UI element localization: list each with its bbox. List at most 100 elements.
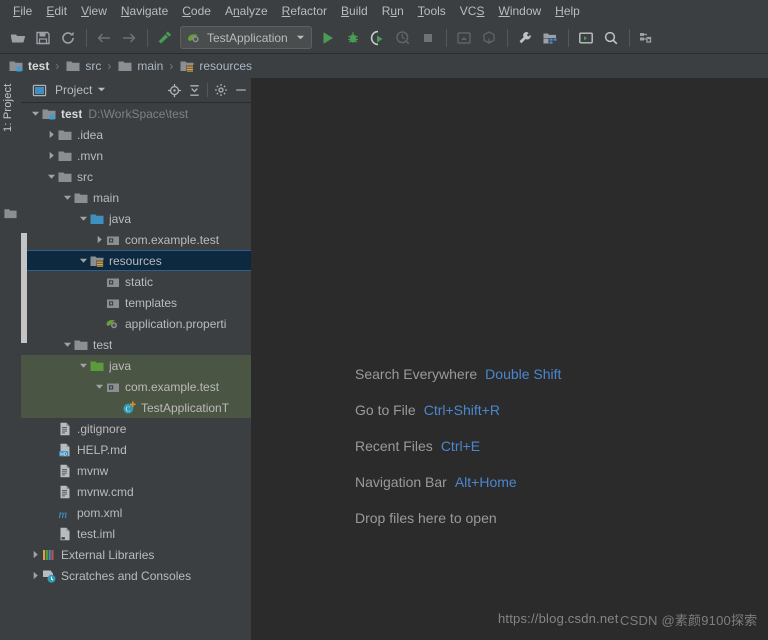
tree-node-pom-xml[interactable]: m pom.xml	[21, 502, 251, 523]
tree-node-test[interactable]: test	[21, 334, 251, 355]
shortcut-hint-key: Alt+Home	[454, 474, 517, 490]
toolbar-separator	[628, 28, 630, 47]
tree-node-src[interactable]: src	[21, 166, 251, 187]
menu-item-navigate[interactable]: Navigate	[114, 2, 175, 20]
folder-icon	[73, 190, 89, 206]
menu-item-build[interactable]: Build	[334, 2, 375, 20]
tree-node-label: TestApplicationT	[141, 400, 230, 415]
tree-node-com-example-test[interactable]: com.example.test	[21, 229, 251, 250]
chevron-right-icon[interactable]	[29, 549, 41, 561]
breadcrumb-item-main[interactable]: main	[117, 58, 163, 74]
project-panel-header: Project	[21, 78, 251, 103]
menu-item-vcs[interactable]: VCS	[453, 2, 492, 20]
chevron-down-icon[interactable]	[77, 360, 89, 372]
run-icon[interactable]	[316, 26, 340, 50]
save-layout-icon[interactable]	[635, 26, 659, 50]
chevron-down-icon[interactable]	[61, 192, 73, 204]
breadcrumb-item-resources[interactable]: resources	[179, 58, 252, 74]
menu-item-help[interactable]: Help	[548, 2, 587, 20]
build-hammer-icon[interactable]	[153, 26, 177, 50]
locate-file-icon[interactable]	[164, 80, 184, 100]
chevron-down-icon[interactable]	[45, 171, 57, 183]
tree-node-templates[interactable]: templates	[21, 292, 251, 313]
tree-node-scratches-and-consoles[interactable]: Scratches and Consoles	[21, 565, 251, 586]
menu-item-code[interactable]: Code	[175, 2, 218, 20]
project-tool-window: Project test D:\WorkSpace\test .idea .mv…	[21, 78, 252, 640]
run-with-coverage-icon[interactable]	[366, 26, 390, 50]
sync-icon[interactable]	[56, 26, 80, 50]
gear-icon[interactable]	[211, 80, 231, 100]
shortcut-hint-label: Navigation Bar	[355, 474, 447, 490]
project-panel-dropdown-icon[interactable]	[97, 81, 106, 99]
tree-node-resources[interactable]: resources	[21, 250, 251, 271]
menu-item-window[interactable]: Window	[491, 2, 548, 20]
tree-node-application-properti[interactable]: application.properti	[21, 313, 251, 334]
tree-node-path: D:\WorkSpace\test	[88, 106, 189, 121]
toolbar-separator	[445, 28, 447, 47]
tree-node-static[interactable]: static	[21, 271, 251, 292]
menu-item-edit[interactable]: Edit	[39, 2, 74, 20]
menu-item-analyze[interactable]: Analyze	[218, 2, 275, 20]
tree-node-external-libraries[interactable]: External Libraries	[21, 544, 251, 565]
menu-item-file[interactable]: File	[6, 2, 39, 20]
chevron-down-icon[interactable]	[61, 339, 73, 351]
tree-node-com-example-test[interactable]: com.example.test	[21, 376, 251, 397]
project-structure-icon[interactable]	[538, 26, 562, 50]
tree-node-java[interactable]: java	[21, 355, 251, 376]
tree-node-label: static	[125, 274, 154, 289]
settings-icon[interactable]	[513, 26, 537, 50]
file-icon	[57, 463, 73, 479]
shortcut-hint-row: Navigation Bar Alt+Home	[355, 474, 561, 490]
profiler-icon[interactable]	[391, 26, 415, 50]
chevron-down-icon[interactable]	[29, 108, 41, 120]
save-icon[interactable]	[31, 26, 55, 50]
chevron-down-icon[interactable]	[93, 381, 105, 393]
project-panel-title: Project	[55, 83, 93, 97]
tree-node-mvnw-cmd[interactable]: mvnw.cmd	[21, 481, 251, 502]
module-icon	[8, 58, 24, 74]
tree-node-test-iml[interactable]: test.iml	[21, 523, 251, 544]
tree-node--gitignore[interactable]: .gitignore	[21, 418, 251, 439]
project-folder-icon[interactable]	[3, 206, 18, 226]
update-project-icon[interactable]	[452, 26, 476, 50]
debug-icon[interactable]	[341, 26, 365, 50]
chevron-right-icon[interactable]	[93, 234, 105, 246]
tree-node-test[interactable]: test D:\WorkSpace\test	[21, 103, 251, 124]
tree-node--mvn[interactable]: .mvn	[21, 145, 251, 166]
search-icon[interactable]	[599, 26, 623, 50]
module-icon	[41, 106, 57, 122]
tree-node--idea[interactable]: .idea	[21, 124, 251, 145]
open-icon[interactable]	[6, 26, 30, 50]
menu-item-view[interactable]: View	[74, 2, 114, 20]
chevron-down-icon[interactable]	[77, 255, 89, 267]
tree-node-mvnw[interactable]: mvnw	[21, 460, 251, 481]
tree-node-testapplicationt[interactable]: C TestApplicationT	[21, 397, 251, 418]
toolbar-separator	[147, 28, 148, 47]
menu-item-run[interactable]: Run	[375, 2, 411, 20]
collapse-all-icon[interactable]	[184, 80, 204, 100]
terminal-icon[interactable]	[574, 26, 598, 50]
breadcrumb-item-src[interactable]: src	[65, 58, 101, 74]
chevron-right-icon[interactable]	[45, 150, 57, 162]
file-icon	[57, 421, 73, 437]
breadcrumb-item-test[interactable]: test	[8, 58, 49, 74]
project-tree-scrollbar[interactable]	[21, 233, 27, 343]
chevron-right-icon[interactable]	[45, 129, 57, 141]
menu-item-tools[interactable]: Tools	[411, 2, 453, 20]
commit-icon[interactable]	[477, 26, 501, 50]
chevron-right-icon[interactable]	[29, 570, 41, 582]
tree-node-label: java	[109, 211, 132, 226]
chevron-down-icon[interactable]	[77, 213, 89, 225]
project-tree[interactable]: test D:\WorkSpace\test .idea .mvn src main jav…	[21, 103, 251, 640]
rail-project-label[interactable]: 1: Project	[2, 84, 18, 164]
tree-node-java[interactable]: java	[21, 208, 251, 229]
forward-icon[interactable]	[117, 26, 141, 50]
hide-panel-icon[interactable]	[231, 80, 251, 100]
run-configuration-selector[interactable]: TestApplication	[180, 26, 312, 49]
shortcut-hint-label: Drop files here to open	[355, 510, 497, 526]
stop-icon[interactable]	[416, 26, 440, 50]
tree-node-main[interactable]: main	[21, 187, 251, 208]
tree-node-help-md[interactable]: MD HELP.md	[21, 439, 251, 460]
menu-item-refactor[interactable]: Refactor	[275, 2, 334, 20]
back-icon[interactable]	[92, 26, 116, 50]
